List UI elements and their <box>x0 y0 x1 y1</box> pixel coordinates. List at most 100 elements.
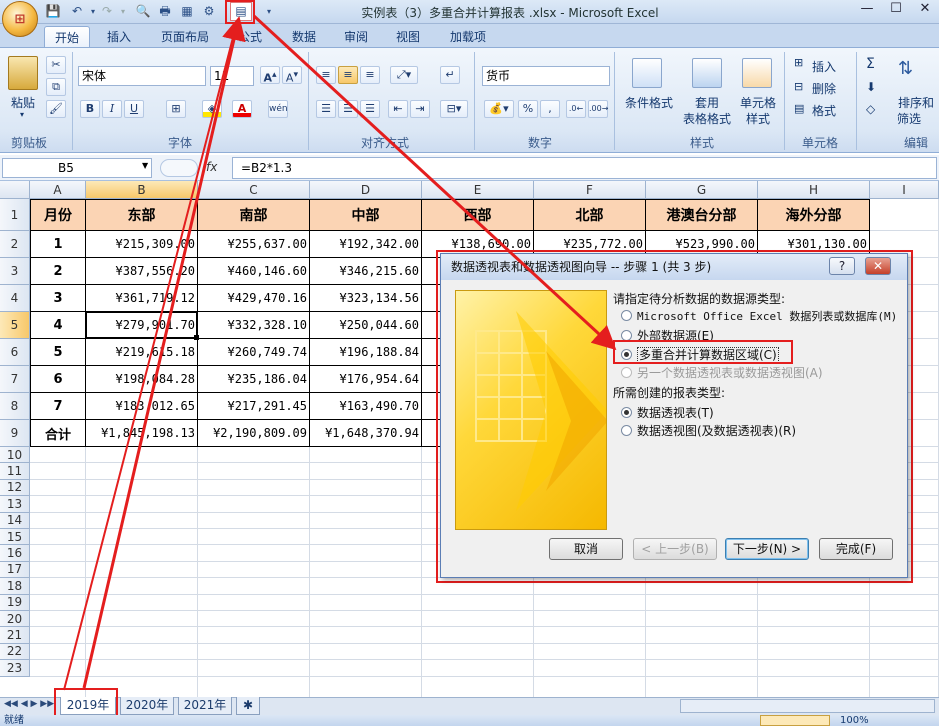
format-cells-button[interactable]: 格式 <box>812 102 836 119</box>
insert-cells-icon[interactable]: ⊞ <box>794 56 803 69</box>
currency-icon[interactable]: 💰▾ <box>484 100 514 118</box>
column-header[interactable]: I <box>870 181 939 199</box>
sort-filter-label-2[interactable]: 筛选 <box>894 110 924 127</box>
table-cell[interactable]: ¥163,490.70 <box>310 393 422 420</box>
row-header[interactable]: 23 <box>0 660 30 677</box>
tab-insert[interactable]: 插入 <box>96 26 142 48</box>
table-cell[interactable]: 2 <box>30 258 86 285</box>
horizontal-scrollbar[interactable] <box>680 699 935 713</box>
view-buttons[interactable] <box>760 715 830 726</box>
font-size-combo[interactable]: 11 <box>210 66 254 86</box>
sort-filter-label-1[interactable]: 排序和 <box>894 94 938 111</box>
increase-decimal-icon[interactable]: .0← <box>566 100 586 118</box>
cancel-button[interactable]: 取消 <box>549 538 623 560</box>
radio-pivot-chart[interactable] <box>621 425 632 436</box>
tab-formulas[interactable]: 公式 <box>228 26 272 48</box>
delete-cells-icon[interactable]: ⊟ <box>794 80 803 93</box>
radio-pivot-table[interactable] <box>621 407 632 418</box>
font-name-combo[interactable]: 宋体 <box>78 66 206 86</box>
print-icon[interactable]: 🖶 <box>156 3 174 20</box>
format-table-label-2[interactable]: 表格格式 <box>676 110 738 127</box>
delete-cells-button[interactable]: 删除 <box>812 80 836 97</box>
borders-icon[interactable]: ⊞ <box>166 100 186 118</box>
merge-center-icon[interactable]: ⊟▾ <box>440 100 468 118</box>
cell-styles-label-2[interactable]: 样式 <box>736 110 780 127</box>
tab-view[interactable]: 视图 <box>386 26 430 48</box>
row-header[interactable]: 16 <box>0 545 30 562</box>
align-middle-icon[interactable]: ≡ <box>338 66 358 84</box>
paste-dropdown-icon[interactable]: ▾ <box>20 110 24 119</box>
wrap-text-icon[interactable]: ↵ <box>440 66 460 84</box>
underline-icon[interactable]: U <box>124 100 144 118</box>
column-header[interactable]: H <box>758 181 870 199</box>
redo-dropdown-icon[interactable]: ▾ <box>114 3 132 20</box>
autosum-icon[interactable]: Σ <box>866 56 875 72</box>
tools-icon[interactable]: ⚙ <box>200 3 218 20</box>
align-right-icon[interactable]: ☰ <box>360 100 380 118</box>
back-button[interactable]: < 上一步(B) <box>633 538 717 560</box>
maximize-icon[interactable]: ☐ <box>882 0 910 18</box>
table-cell[interactable]: 1 <box>30 231 86 258</box>
tab-addins[interactable]: 加载项 <box>440 26 496 48</box>
table-cell[interactable]: ¥235,186.04 <box>198 366 310 393</box>
cell-styles-icon[interactable] <box>742 58 772 88</box>
fill-icon[interactable]: ⬇ <box>866 80 876 94</box>
finish-button[interactable]: 完成(F) <box>819 538 893 560</box>
sheet-tab-2020[interactable]: 2020年 <box>120 697 174 715</box>
table-cell[interactable]: ¥250,044.60 <box>310 312 422 339</box>
help-button[interactable]: ? <box>829 257 855 275</box>
save-icon[interactable]: 💾 <box>44 3 62 20</box>
shrink-font-icon[interactable]: A▾ <box>282 66 302 85</box>
table-cell[interactable]: ¥219,615.18 <box>86 339 198 366</box>
clear-icon[interactable]: ◇ <box>866 102 875 116</box>
column-header[interactable]: F <box>534 181 646 199</box>
source-option-pivot[interactable]: 另一个数据透视表或数据透视图(A) <box>621 364 823 381</box>
report-option-chart[interactable]: 数据透视图(及数据透视表)(R) <box>621 422 796 439</box>
table-cell[interactable]: ¥332,328.10 <box>198 312 310 339</box>
formula-expand-handle[interactable] <box>160 159 198 177</box>
format-as-table-icon[interactable] <box>692 58 722 88</box>
table-cell[interactable]: ¥2,190,809.09 <box>198 420 310 447</box>
row-header[interactable]: 20 <box>0 611 30 628</box>
row-header[interactable]: 14 <box>0 512 30 529</box>
row-header[interactable]: 2 <box>0 231 30 258</box>
row-header[interactable]: 19 <box>0 594 30 611</box>
table-cell[interactable]: ¥217,291.45 <box>198 393 310 420</box>
zoom-level[interactable]: 100% <box>840 715 869 726</box>
print-preview-icon[interactable]: 🔍 <box>134 3 152 20</box>
table-header-cell[interactable]: 西部 <box>422 199 534 231</box>
row-header[interactable]: 15 <box>0 529 30 546</box>
cut-icon[interactable]: ✂ <box>46 56 66 74</box>
sheet-tab-2021[interactable]: 2021年 <box>178 697 232 715</box>
table-header-cell[interactable]: 中部 <box>310 199 422 231</box>
table-cell[interactable]: ¥387,556.20 <box>86 258 198 285</box>
decrease-indent-icon[interactable]: ⇤ <box>388 100 408 118</box>
table-header-cell[interactable]: 东部 <box>86 199 198 231</box>
table-cell[interactable]: ¥260,749.74 <box>198 339 310 366</box>
name-box-dropdown-icon[interactable]: ▼ <box>142 161 148 170</box>
insert-sheet-icon[interactable]: ✱ <box>236 697 260 715</box>
row-header[interactable]: 3 <box>0 258 30 285</box>
table-header-cell[interactable]: 北部 <box>534 199 646 231</box>
format-cells-icon[interactable]: ▤ <box>794 102 804 115</box>
table-cell[interactable]: ¥1,845,198.13 <box>86 420 198 447</box>
column-header[interactable]: A <box>30 181 86 199</box>
table-cell[interactable]: 合计 <box>30 420 86 447</box>
column-header[interactable]: B <box>86 181 198 199</box>
row-header[interactable]: 10 <box>0 447 30 464</box>
table-header-cell[interactable]: 港澳台分部 <box>646 199 758 231</box>
report-option-table[interactable]: 数据透视表(T) <box>621 404 714 421</box>
row-header[interactable]: 8 <box>0 393 30 420</box>
row-header[interactable]: 4 <box>0 285 30 312</box>
conditional-format-icon[interactable] <box>632 58 662 88</box>
table-cell[interactable]: ¥198,084.28 <box>86 366 198 393</box>
phonetic-icon[interactable]: wén <box>268 100 288 118</box>
format-painter-icon[interactable]: 🖌 <box>46 100 66 118</box>
row-header[interactable]: 6 <box>0 339 30 366</box>
source-option-excel[interactable]: Microsoft Office Excel 数据列表或数据库(M) <box>621 308 897 324</box>
table-cell[interactable]: ¥255,637.00 <box>198 231 310 258</box>
conditional-format-label[interactable]: 条件格式 <box>620 94 678 111</box>
percent-icon[interactable]: % <box>518 100 538 118</box>
minimize-icon[interactable]: — <box>853 0 881 18</box>
paste-icon[interactable] <box>8 56 38 90</box>
